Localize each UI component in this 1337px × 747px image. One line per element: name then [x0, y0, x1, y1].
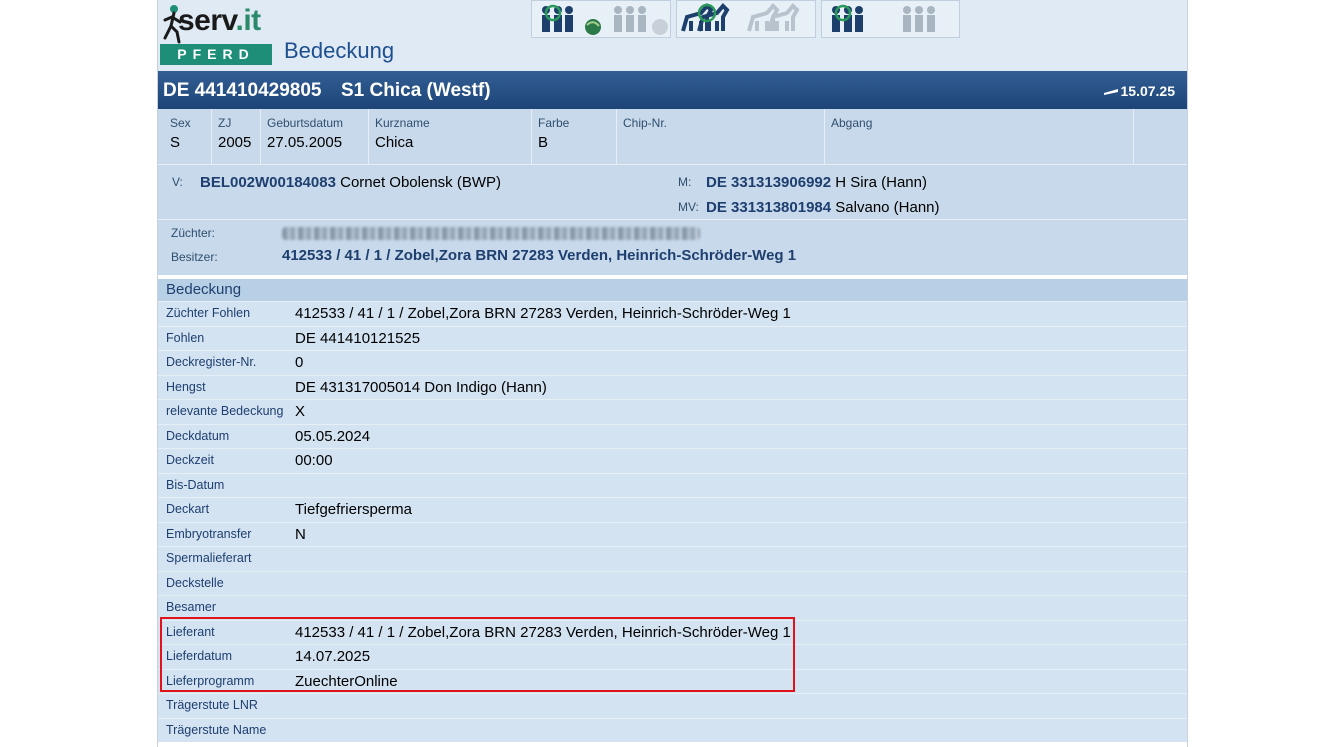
detail-value: N [295, 525, 306, 543]
detail-label: Embryotransfer [166, 526, 252, 541]
detail-label: relevante Bedeckung [166, 404, 284, 418]
horse-info-grid: Sex S ZJ 2005 Geburtsdatum 27.05.2005 Kurzn… [158, 109, 1187, 165]
detail-label: Deckregister-Nr. [166, 355, 257, 369]
pedigree-block: V: BEL002W00184083 Cornet Obolensk (BWP)… [158, 165, 1187, 220]
detail-row: Trägerstute Name [158, 717, 1187, 742]
detail-value: X [295, 403, 306, 420]
detail-row: Bis-Datum [158, 472, 1187, 497]
page-title: Bedeckung [284, 38, 395, 63]
logo-subtitle: PFERD [160, 44, 272, 65]
detail-value: DE 441410121525 [295, 329, 421, 347]
toolbar-group-people-2 [821, 0, 960, 38]
detail-label: Besamer [166, 600, 217, 614]
detail-label: Trägerstute LNR [166, 698, 258, 712]
people-icon-disabled [614, 6, 646, 32]
info-cell-sex: Sex S [164, 109, 212, 164]
info-cell-color: Farbe B [532, 109, 617, 164]
toolbar-group-people [531, 0, 671, 38]
detail-label: Züchter Fohlen [166, 306, 251, 320]
detail-value: 0 [295, 354, 304, 371]
detail-row: Hengst DE 431317005014 Don Indigo (Hann) [158, 374, 1187, 399]
detail-row: Fohlen DE 441410121525 [158, 325, 1187, 350]
owner-value: 412533 / 41 / 1 / Zobel,Zora BRN 27283 V… [282, 247, 797, 264]
detail-label: Deckart [166, 502, 210, 516]
detail-value: DE 431317005014 Don Indigo (Hann) [295, 378, 547, 396]
sire[interactable]: BEL002W00184083 Cornet Obolensk (BWP) [200, 174, 501, 191]
detail-row: Züchter Fohlen 412533 / 41 / 1 / Zobel,Zo… [158, 301, 1187, 326]
detail-label: Spermalieferart [166, 551, 252, 565]
horses-search-icon[interactable] [681, 3, 730, 32]
detail-label: Deckdatum [166, 428, 230, 443]
detail-row: Embryotransfer N [158, 521, 1187, 546]
toolbar-group-horses [676, 0, 816, 38]
servit-logo: serv.it PFERD [160, 2, 274, 65]
horses-icon-disabled [747, 3, 800, 32]
horse-name: S1 Chica (Westf) [341, 80, 491, 101]
detail-label: Trägerstute Name [166, 722, 267, 737]
info-cell-birthdate: Geburtsdatum 27.05.2005 [261, 109, 369, 164]
detail-row: Spermalieferart [158, 546, 1187, 571]
highlight-box [160, 617, 795, 692]
detail-row: Deckdatum 05.05.2024 [158, 423, 1187, 448]
arrow-left-icon [1103, 89, 1118, 96]
dam-sire[interactable]: DE 331313801984 Salvano (Hann) [706, 199, 940, 216]
detail-row: Deckart Tiefgefriersperma [158, 497, 1187, 522]
info-cell-abgang: Abgang [825, 109, 1134, 164]
detail-value: 00:00 [295, 452, 333, 469]
section-header: Bedeckung [158, 279, 1187, 301]
info-cell-shortname: Kurzname Chica [369, 109, 532, 164]
detail-row: Deckzeit 00:00 [158, 448, 1187, 473]
detail-row: Deckstelle [158, 570, 1187, 595]
detail-row: Trägerstute LNR [158, 693, 1187, 718]
detail-label: Hengst [166, 379, 206, 394]
logo-wordmark: serv.it [178, 4, 261, 37]
detail-label: Fohlen [166, 330, 205, 345]
detail-row: Besamer [158, 595, 1187, 620]
detail-value: Tiefgefriersperma [295, 501, 412, 518]
globe-icon-disabled [652, 19, 668, 35]
people-icon-disabled-2 [903, 6, 935, 32]
detail-label: Bis-Datum [166, 477, 225, 492]
horse-title-bar: DE 441410429805 S1 Chica (Westf) 15.07.2… [158, 71, 1187, 109]
detail-row: Deckregister-Nr. 0 [158, 350, 1187, 375]
breeder-value-redacted [282, 227, 700, 240]
horse-life-number: DE 441410429805 [163, 80, 322, 101]
info-cell-zj: ZJ 2005 [212, 109, 261, 164]
header: serv.it PFERD Bedeckung [158, 0, 1187, 71]
detail-label: Deckstelle [166, 575, 224, 590]
detail-value: 412533 / 41 / 1 / Zobel,Zora BRN 27283 V… [295, 305, 791, 322]
detail-value: 05.05.2024 [295, 427, 371, 445]
detail-row: relevante Bedeckung X [158, 399, 1187, 424]
globe-icon[interactable] [585, 19, 601, 35]
people-search-icon-2[interactable] [832, 4, 863, 32]
current-date: 15.07.25 [1120, 83, 1176, 99]
info-cell-chip: Chip-Nr. [617, 109, 825, 164]
dam[interactable]: DE 331313906992 H Sira (Hann) [706, 174, 927, 191]
date-badge: 15.07.25 [1103, 83, 1176, 99]
detail-label: Deckzeit [166, 453, 214, 467]
people-search-icon[interactable] [542, 4, 573, 32]
